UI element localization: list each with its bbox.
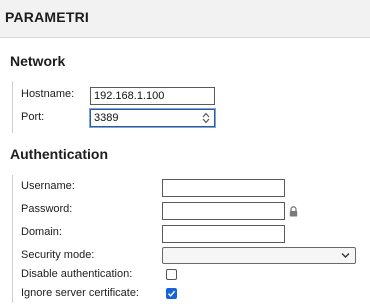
checkmark-icon [167, 290, 176, 297]
security-mode-select[interactable] [162, 247, 356, 264]
security-mode-label: Security mode: [21, 249, 95, 261]
chevron-down-icon [341, 253, 350, 258]
hostname-label: Hostname: [21, 88, 75, 100]
port-input[interactable]: 3389 [90, 109, 215, 127]
hostname-value: 192.168.1.100 [94, 90, 165, 102]
network-heading: Network [10, 53, 66, 69]
disable-authentication-checkbox[interactable] [166, 269, 177, 280]
domain-label: Domain: [21, 226, 62, 238]
spinner-arrows-icon[interactable] [202, 112, 210, 124]
username-label: Username: [21, 180, 75, 192]
password-label: Password: [21, 203, 73, 215]
username-input[interactable] [162, 179, 285, 197]
authentication-fieldset [12, 175, 13, 303]
domain-input[interactable] [162, 225, 285, 243]
ignore-certificate-label: Ignore server certificate: [21, 287, 139, 299]
port-label: Port: [21, 111, 45, 123]
ignore-certificate-checkbox[interactable] [166, 288, 177, 299]
password-input[interactable] [162, 202, 285, 220]
port-value: 3389 [94, 112, 119, 124]
title-bar: PARAMETRI [0, 0, 370, 38]
hostname-input[interactable]: 192.168.1.100 [90, 87, 215, 105]
lock-icon [289, 206, 298, 217]
page-title: PARAMETRI [5, 9, 89, 25]
disable-authentication-label: Disable authentication: [21, 268, 133, 280]
network-fieldset [12, 81, 13, 133]
authentication-heading: Authentication [10, 146, 108, 162]
